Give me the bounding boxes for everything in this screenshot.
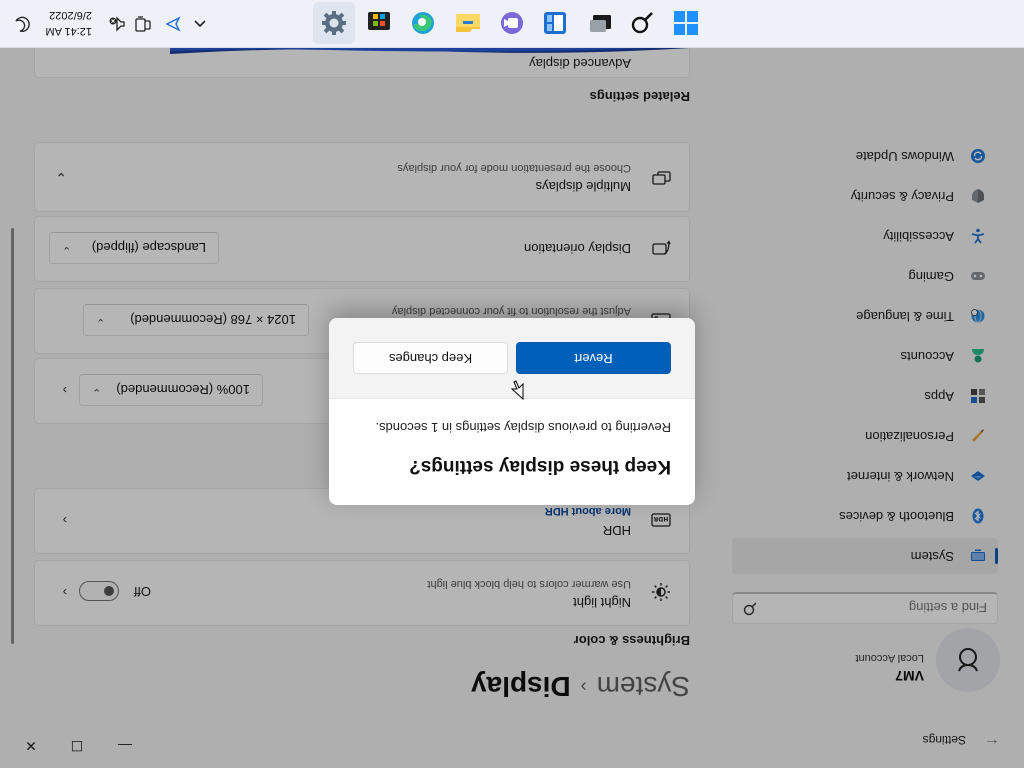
keep-settings-dialog: Keep these display settings? Reverting t… [329, 318, 695, 505]
taskbar: 12:41 AM 2/6/2022 [0, 0, 1024, 48]
notification-moon-icon[interactable] [14, 15, 32, 33]
screen: ← Settings — ☐ ✕ VM7 Local Account Find … [0, 0, 1024, 768]
clock-time[interactable]: 12:41 AM [46, 25, 92, 37]
network-status-icon[interactable] [164, 15, 182, 33]
teams-chat-icon[interactable] [498, 9, 526, 37]
clock-date[interactable]: 2/6/2022 [49, 9, 92, 21]
chevron-up-icon[interactable] [192, 15, 208, 31]
start-icon[interactable] [672, 9, 700, 37]
store-icon[interactable] [365, 9, 393, 37]
search-icon[interactable] [628, 9, 656, 37]
edge-icon[interactable] [409, 9, 437, 37]
volume-muted-icon[interactable] [108, 15, 126, 33]
file-explorer-icon[interactable] [454, 9, 482, 37]
task-view-icon[interactable] [586, 9, 614, 37]
network-computer-icon[interactable] [134, 15, 152, 33]
dialog-title: Keep these display settings? [409, 456, 671, 477]
keep-changes-button[interactable]: Keep changes [353, 342, 508, 374]
mouse-cursor-icon [510, 380, 524, 400]
settings-icon[interactable] [320, 9, 348, 37]
widgets-icon[interactable] [541, 9, 569, 37]
revert-button[interactable]: Revert [516, 342, 671, 374]
dialog-message: Reverting to previous display settings i… [375, 420, 671, 435]
